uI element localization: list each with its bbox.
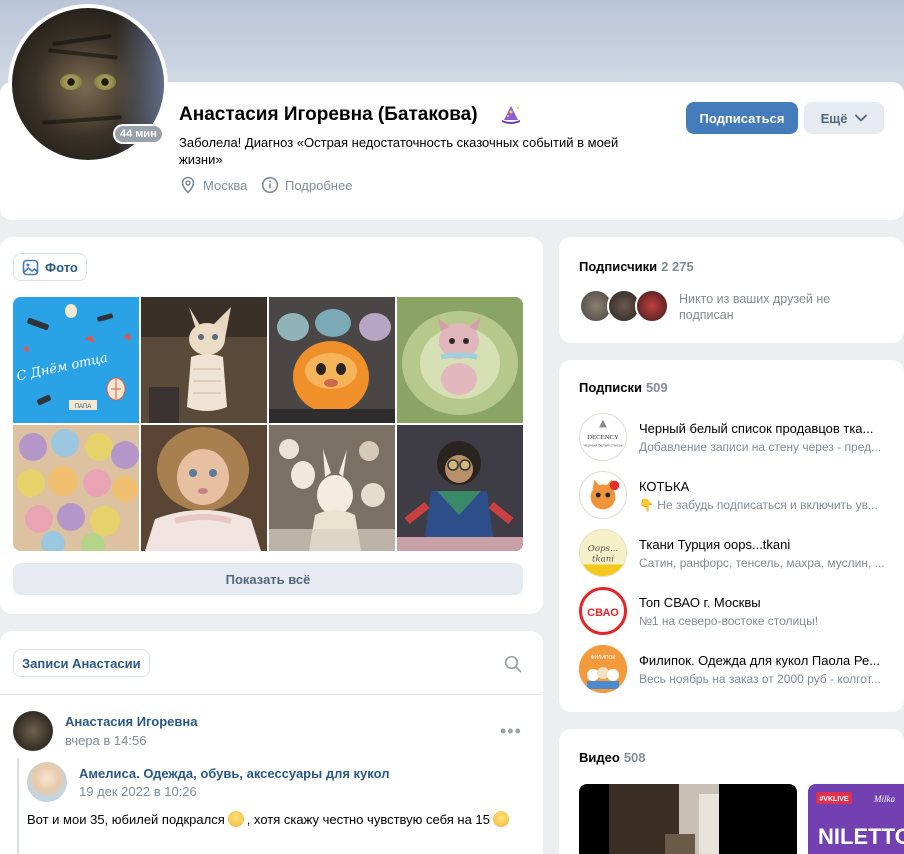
profile-name: Анастасия Игоревна (Батакова) (179, 104, 478, 125)
group-desc: Добавление записи на стену через - пред.… (639, 440, 882, 454)
details-label: Подробнее (285, 177, 353, 193)
photo-thumb[interactable] (141, 297, 267, 423)
more-label: Ещё (820, 110, 848, 126)
divider (0, 694, 543, 695)
photos-tab-label: Фото (45, 259, 78, 275)
group-title: Черный белый список продавцов тка... (639, 421, 874, 436)
curly-doll-image (141, 425, 267, 551)
photo-thumb[interactable] (397, 297, 523, 423)
group-avatar: DECENCY Черный белый список (579, 413, 627, 461)
fathers-day-card-image: С Днём отца ПАПА (13, 297, 139, 423)
svg-text:DECENCY: DECENCY (587, 434, 619, 441)
following-title[interactable]: Подписки 509 (579, 380, 668, 395)
post-text: Вот и мои 35, юбилей подкрался , хотя ск… (27, 811, 509, 827)
profile-status: Заболела! Диагноз «Острая недостаточност… (179, 135, 619, 167)
profile-city[interactable]: Москва (179, 176, 247, 194)
photo-thumb[interactable]: С Днём отца ПАПА (13, 297, 139, 423)
monkey-doll-image (397, 425, 523, 551)
post-text-part: , хотя скажу честно чувствую себя на 15 (246, 811, 490, 827)
group-title: Топ СВАО г. Москвы (639, 595, 761, 610)
photo-thumb[interactable] (13, 425, 139, 551)
grin-emoji-icon (492, 811, 509, 827)
svg-text:ПАПА: ПАПА (75, 404, 92, 410)
group-avatar: ФИЛИПОК (579, 645, 627, 693)
photo-thumb[interactable] (269, 425, 395, 551)
avatar (635, 289, 669, 323)
subscribers-note: Никто из ваших друзей не подписан (679, 292, 831, 322)
post-more-icon[interactable]: ••• (500, 721, 522, 742)
search-icon[interactable] (504, 655, 522, 673)
svg-text:ФИЛИПОК: ФИЛИПОК (591, 655, 616, 661)
videos-card: Видео 508 #VKLIVE Milka NILETTO (559, 729, 904, 854)
video-thumb[interactable]: #VKLIVE Milka NILETTO (808, 784, 904, 854)
post-author-avatar[interactable] (13, 711, 53, 751)
subscribers-avatars[interactable] (579, 289, 675, 323)
bunny-dolls-image (269, 425, 395, 551)
plush-toys-image (13, 425, 139, 551)
profile-details-link[interactable]: Подробнее (261, 176, 352, 194)
city-label: Москва (203, 177, 248, 193)
photos-card: Фото С Днём отца ПАПА Показать всё (0, 237, 543, 614)
group-avatar (579, 471, 627, 519)
following-item[interactable]: СВАО Топ СВАО г. Москвы №1 на северо-вос… (579, 587, 899, 635)
svg-text:#VKLIVE: #VKLIVE (819, 796, 849, 803)
group-desc: №1 на северо-востоке столицы! (639, 614, 819, 628)
subscribers-title[interactable]: Подписчики 2 275 (579, 259, 694, 274)
online-badge: 44 мин (113, 124, 164, 144)
group-title: Ткани Турция oops...tkani (639, 537, 791, 552)
svg-text:Milka: Milka (873, 794, 895, 804)
post-author-name[interactable]: Анастасия Игоревна (65, 714, 198, 729)
repost-line (17, 758, 19, 854)
group-desc: 👇 Не забудь подписаться и включить ув... (639, 498, 878, 512)
wizard-hat-icon (502, 106, 520, 124)
photos-tab[interactable]: Фото (13, 253, 87, 281)
location-icon (181, 176, 195, 194)
following-item[interactable]: ФИЛИПОК Филипок. Одежда для кукол Паола … (579, 645, 899, 693)
photo-grid: С Днём отца ПАПА (13, 297, 523, 551)
photo-thumb[interactable] (397, 425, 523, 551)
subscribers-card[interactable]: Подписчики 2 275 Никто из ваших друзей не… (559, 237, 904, 343)
svg-text:Oops...: Oops... (588, 544, 618, 554)
svg-text:Черный белый список: Черный белый список (583, 444, 622, 448)
grin-emoji-icon (227, 811, 244, 827)
image-icon (22, 259, 39, 275)
following-card: Подписки 509 DECENCY Черный белый список … (559, 360, 904, 712)
nest-creature-image (397, 297, 523, 423)
repost-date[interactable]: 19 дек 2022 в 10:26 (79, 784, 197, 799)
repost-source-avatar[interactable] (27, 762, 67, 802)
info-icon (261, 176, 279, 194)
group-desc: Сатин, ранфорс, тенсель, махра, муслин, … (639, 556, 885, 570)
post-text-part: Вот и мои 35, юбилей подкрался (27, 811, 225, 827)
group-title: Филипок. Одежда для кукол Паола Ре... (639, 653, 881, 668)
following-item[interactable]: Oops... tkani Ткани Турция oops...tkani … (579, 529, 899, 577)
svg-text:NILETTO: NILETTO (818, 824, 904, 849)
svg-text:tkani: tkani (592, 555, 614, 565)
sphynx-doll-image (141, 297, 267, 423)
fluffy-creature-image (269, 297, 395, 423)
photo-thumb[interactable] (269, 297, 395, 423)
following-item[interactable]: КОТЬКА 👇 Не забудь подписаться и включит… (579, 471, 899, 519)
group-title: КОТЬКА (639, 479, 690, 494)
following-item[interactable]: DECENCY Черный белый список Черный белый… (579, 413, 899, 461)
video-thumb[interactable] (579, 784, 797, 854)
chevron-down-icon (855, 114, 868, 122)
show-all-photos-button[interactable]: Показать всё (13, 563, 523, 595)
svg-text:СВАО: СВАО (587, 607, 619, 619)
videos-title[interactable]: Видео 508 (579, 750, 646, 765)
subscribe-button[interactable]: Подписаться (686, 102, 798, 134)
wall-posts-tab[interactable]: Записи Анастасии (13, 649, 150, 677)
post-date[interactable]: вчера в 14:56 (65, 733, 146, 748)
more-button[interactable]: Ещё (804, 102, 884, 134)
wall-card: Записи Анастасии Анастасия Игоревна вчер… (0, 631, 543, 854)
group-avatar: СВАО (579, 587, 627, 635)
group-desc: Весь ноябрь на заказ от 2000 руб - колго… (639, 672, 881, 686)
repost-source-name[interactable]: Амелиса. Одежда, обувь, аксессуары для к… (79, 766, 390, 781)
group-avatar: Oops... tkani (579, 529, 627, 577)
photo-thumb[interactable] (141, 425, 267, 551)
